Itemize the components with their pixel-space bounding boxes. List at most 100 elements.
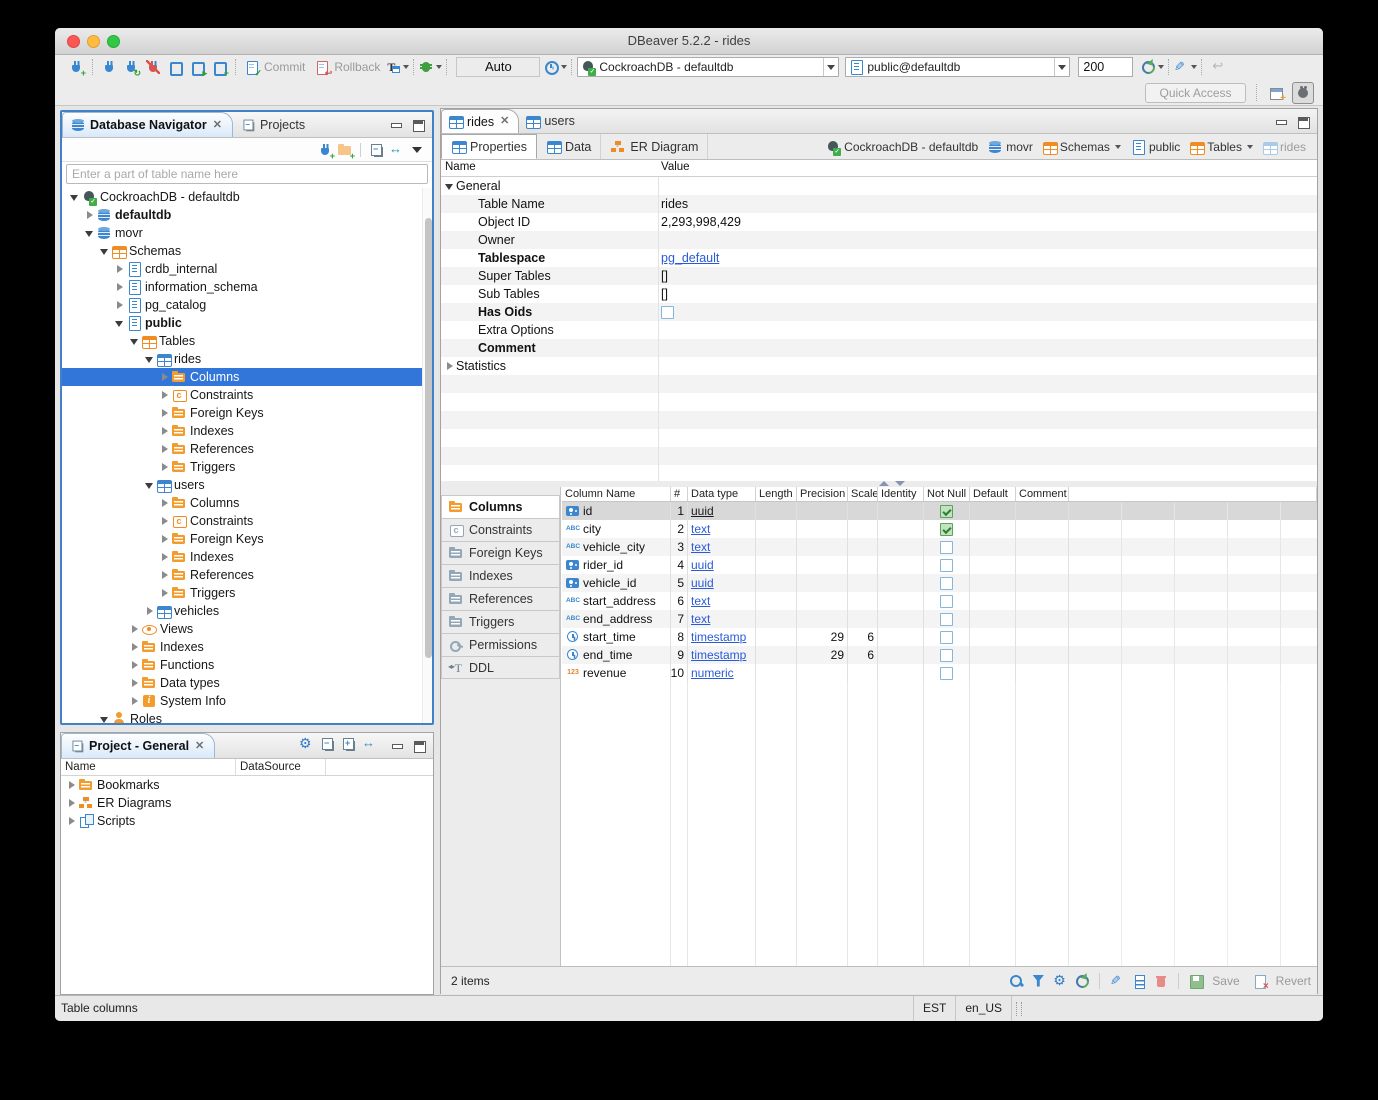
expander-icon[interactable] (158, 549, 171, 565)
collapse-all-button[interactable] (368, 142, 384, 158)
tree-item-references[interactable]: References (62, 440, 422, 458)
tree-item-columns[interactable]: Columns (62, 368, 422, 386)
tree-item-users[interactable]: users (62, 476, 422, 494)
detail-tab-references[interactable]: References (441, 587, 560, 610)
data-type-link[interactable]: timestamp (691, 630, 746, 644)
not-null-checkbox[interactable] (940, 541, 953, 554)
column-row-revenue[interactable]: revenue10numeric (562, 664, 1317, 682)
column-row-end-address[interactable]: end_address7text (562, 610, 1317, 628)
expander-icon[interactable] (158, 513, 171, 529)
tree-item-roles[interactable]: Roles (62, 710, 422, 723)
tree-item-foreign-keys[interactable]: Foreign Keys (62, 404, 422, 422)
splitter-down-icon[interactable] (895, 481, 905, 486)
project-settings-button[interactable] (298, 736, 314, 752)
column-row-end-time[interactable]: end_time9timestamp296 (562, 646, 1317, 664)
expander-icon[interactable] (98, 243, 111, 259)
maximize-editor-button[interactable] (1295, 114, 1311, 130)
close-window-button[interactable] (67, 35, 80, 48)
tree-item-foreign-keys[interactable]: Foreign Keys (62, 530, 422, 548)
tree-item-constraints[interactable]: Constraints (62, 512, 422, 530)
column-row-start-address[interactable]: start_address6text (562, 592, 1317, 610)
expander-icon[interactable] (83, 225, 96, 241)
tree-item-rides[interactable]: rides (62, 350, 422, 368)
data-type-link[interactable]: text (691, 540, 710, 554)
tree-item-tables[interactable]: Tables (62, 332, 422, 350)
minimize-window-button[interactable] (87, 35, 100, 48)
collapse-all-button[interactable] (319, 736, 335, 752)
not-null-checkbox[interactable] (940, 523, 953, 536)
expander-icon[interactable] (113, 315, 126, 331)
tree-item-data-types[interactable]: Data types (62, 674, 422, 692)
schema-selector-arrow[interactable] (1054, 58, 1069, 76)
refresh-button[interactable] (1141, 57, 1163, 78)
tree-item-triggers[interactable]: Triggers (62, 584, 422, 602)
grid-header-data-type[interactable]: Data type (688, 487, 756, 501)
tree-item-constraints[interactable]: Constraints (62, 386, 422, 404)
connection-selector[interactable]: CockroachDB - defaultdb (577, 57, 839, 77)
chevron-down-icon[interactable] (1115, 145, 1121, 149)
property-row-general[interactable]: General (441, 177, 1317, 195)
property-row-object-id[interactable]: Object ID2,293,998,429 (441, 213, 1317, 231)
expander-icon[interactable] (128, 657, 141, 673)
tree-item-system-info[interactable]: System Info (62, 692, 422, 710)
tree-item-columns[interactable]: Columns (62, 494, 422, 512)
locale-indicator[interactable]: en_US (956, 996, 1012, 1021)
tree-item-cockroachdb-defaultdb[interactable]: CockroachDB - defaultdb (62, 188, 422, 206)
tree-item-views[interactable]: Views (62, 620, 422, 638)
expander-icon[interactable] (143, 603, 156, 619)
tab-properties[interactable]: Properties (441, 134, 537, 159)
new-connection-button[interactable]: + (317, 142, 333, 158)
new-connection-button[interactable]: + (65, 57, 87, 78)
detail-tab-permissions[interactable]: Permissions (441, 633, 560, 656)
expander-icon[interactable] (128, 621, 141, 637)
save-button[interactable]: Save (1212, 974, 1239, 988)
revert-button[interactable]: Revert (1276, 974, 1311, 988)
tree-item-references[interactable]: References (62, 566, 422, 584)
property-row-extra-options[interactable]: Extra Options (441, 321, 1317, 339)
grid-settings-button[interactable] (1052, 973, 1068, 989)
tree-item-pg-catalog[interactable]: pg_catalog (62, 296, 422, 314)
tree-item-functions[interactable]: Functions (62, 656, 422, 674)
column-row-vehicle-id[interactable]: vehicle_id5uuid (562, 574, 1317, 592)
property-row-has-oids[interactable]: Has Oids (441, 303, 1317, 321)
quick-access-input[interactable]: Quick Access (1145, 83, 1246, 103)
transaction-mode-button[interactable] (386, 57, 408, 78)
grid-header-column-name[interactable]: Column Name (562, 487, 671, 501)
expander-icon[interactable] (113, 279, 126, 295)
grid-header-identity[interactable]: Identity (878, 487, 924, 501)
expander-icon[interactable] (158, 459, 171, 475)
data-type-link[interactable]: uuid (691, 576, 714, 590)
property-row-owner[interactable]: Owner (441, 231, 1317, 249)
not-null-checkbox[interactable] (940, 667, 953, 680)
expander-icon[interactable] (143, 477, 156, 493)
expander-icon[interactable] (443, 178, 456, 194)
property-row-table-name[interactable]: Table Namerides (441, 195, 1317, 213)
expander-icon[interactable] (443, 358, 456, 374)
expander-icon[interactable] (158, 405, 171, 421)
disconnect-button[interactable] (142, 57, 164, 78)
expander-icon[interactable] (113, 261, 126, 277)
value-assist-button[interactable] (1174, 57, 1196, 78)
column-row-vehicle-city[interactable]: vehicle_city3text (562, 538, 1317, 556)
grid-header--[interactable]: # (671, 487, 688, 501)
column-header-name[interactable]: Name (61, 759, 236, 775)
editor-tab-rides[interactable]: rides✕ (441, 109, 519, 133)
property-row-comment[interactable]: Comment (441, 339, 1317, 357)
expander-icon[interactable] (128, 333, 141, 349)
tab-database-navigator[interactable]: Database Navigator ✕ (62, 112, 233, 137)
properties-header-value[interactable]: Value (658, 161, 1317, 176)
data-type-link[interactable]: uuid (691, 558, 714, 572)
detail-tab-triggers[interactable]: Triggers (441, 610, 560, 633)
table-filter-input[interactable] (66, 164, 428, 184)
expander-icon[interactable] (143, 351, 156, 367)
sql-editor-button[interactable] (164, 57, 186, 78)
breadcrumb-item-schemas[interactable]: Schemas (1039, 140, 1124, 155)
connection-selector-arrow[interactable] (823, 58, 838, 76)
data-type-link[interactable]: timestamp (691, 648, 746, 662)
grid-header-precision[interactable]: Precision (797, 487, 848, 501)
auto-commit-mode-button[interactable]: Auto (456, 57, 540, 77)
not-null-checkbox[interactable] (940, 595, 953, 608)
breadcrumb-item-movr[interactable]: movr (984, 139, 1036, 155)
not-null-checkbox[interactable] (940, 505, 953, 518)
project-item-scripts[interactable]: Scripts (61, 812, 433, 830)
